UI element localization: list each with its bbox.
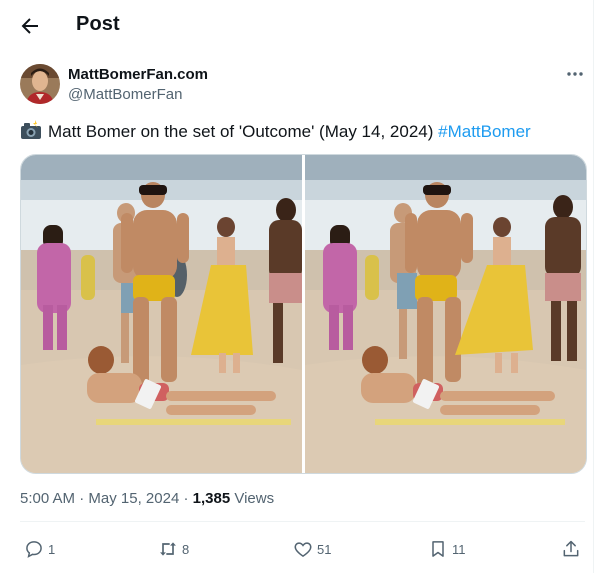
top-bar: Post	[0, 0, 594, 52]
post-date[interactable]: May 15, 2024	[88, 490, 179, 507]
avatar[interactable]	[20, 64, 60, 104]
more-horizontal-icon	[567, 72, 583, 76]
repost-button[interactable]: 8	[158, 538, 189, 560]
heart-icon	[294, 542, 312, 557]
post-time[interactable]: 5:00 AM	[20, 490, 75, 507]
divider	[20, 521, 585, 522]
page-title: Post	[76, 13, 120, 35]
repost-icon	[160, 542, 176, 556]
like-button[interactable]: 51	[293, 538, 331, 560]
arrow-left-icon	[21, 18, 38, 34]
back-button[interactable]	[18, 14, 42, 38]
beach-photo	[305, 155, 586, 473]
reply-icon	[26, 541, 42, 558]
share-button[interactable]	[561, 538, 581, 560]
bookmark-icon	[432, 541, 444, 557]
meta-separator: ·	[183, 490, 189, 507]
media-photo-1[interactable]	[21, 155, 302, 473]
media-photo-2[interactable]	[305, 155, 586, 473]
beach-photo	[21, 155, 302, 473]
more-options-button[interactable]	[560, 64, 590, 84]
views-count: 1,385	[192, 490, 231, 507]
views-label: Views	[234, 490, 275, 507]
avatar-image	[20, 64, 60, 104]
reply-count: 1	[48, 541, 56, 557]
bookmark-button[interactable]: 11	[428, 538, 466, 560]
author-display-name[interactable]: MattBomerFan.com	[68, 66, 208, 83]
reply-button[interactable]: 1	[24, 538, 55, 560]
bookmark-count: 11	[452, 541, 466, 557]
tweet-body: Matt Bomer on the set of 'Outcome' (May …	[48, 122, 434, 141]
tweet-text: Matt Bomer on the set of 'Outcome' (May …	[20, 120, 531, 146]
like-count: 51	[317, 541, 332, 557]
hashtag-link[interactable]: #MattBomer	[438, 122, 531, 141]
camera-with-flash-icon	[20, 120, 42, 146]
meta-separator: ·	[79, 490, 85, 507]
post-detail-column: Post MattBomerFan.com @MattBomerFan Matt…	[0, 0, 594, 573]
media-grid	[20, 154, 587, 474]
share-icon	[563, 540, 579, 557]
repost-count: 8	[182, 541, 190, 557]
author-handle[interactable]: @MattBomerFan	[68, 86, 182, 103]
post-meta: 5:00 AM · May 15, 2024 · 1,385 Views	[20, 490, 274, 507]
